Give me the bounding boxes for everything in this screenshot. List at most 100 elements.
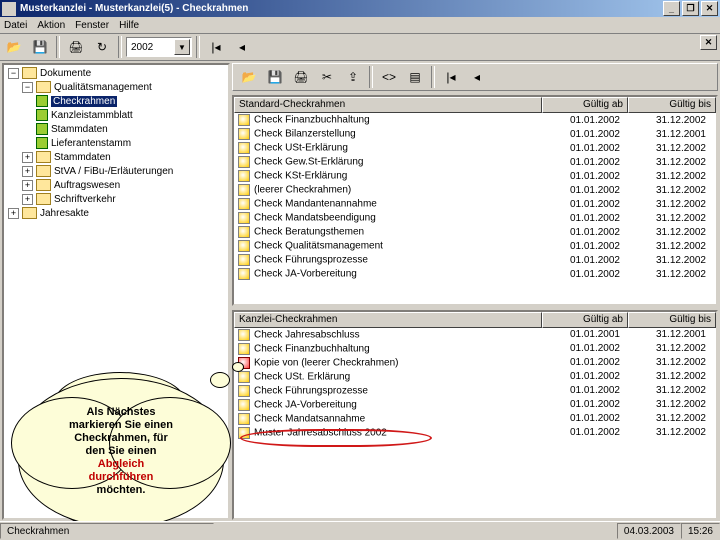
year-combo[interactable]: 2002 ▼ (126, 37, 192, 57)
standard-list: Standard-Checkrahmen Gültig ab Gültig bi… (232, 95, 718, 306)
tree-item[interactable]: +Stammdaten (6, 151, 226, 165)
rt-export-icon[interactable]: ⇪ (341, 65, 365, 89)
rt-code-icon[interactable]: <> (377, 65, 401, 89)
nav-prev-icon[interactable]: ◂ (230, 35, 254, 59)
separator (431, 66, 435, 88)
maximize-button[interactable]: ❐ (682, 1, 699, 16)
status-text: Checkrahmen (0, 523, 214, 539)
table-row[interactable]: Check Jahresabschluss01.01.200131.12.200… (234, 328, 716, 342)
status-date: 04.03.2003 (617, 523, 681, 539)
table-row[interactable]: Kopie von (leerer Checkrahmen)01.01.2002… (234, 356, 716, 370)
col-header-name[interactable]: Kanzlei-Checkrahmen (234, 312, 542, 328)
rt-save-icon[interactable]: 💾 (263, 65, 287, 89)
row-icon (238, 114, 250, 126)
row-icon (238, 226, 250, 238)
row-icon (238, 240, 250, 252)
table-row[interactable]: Muster Jahresabschluss 200201.01.200231.… (234, 426, 716, 440)
table-row[interactable]: Check Gew.St-Erklärung01.01.200231.12.20… (234, 155, 716, 169)
title-bar: Musterkanzlei - Musterkanzlei(5) - Check… (0, 0, 720, 17)
row-icon (238, 268, 250, 280)
table-row[interactable]: Check USt-Erklärung01.01.200231.12.2002 (234, 141, 716, 155)
tree-item-checkrahmen[interactable]: Checkrahmen (6, 95, 226, 109)
row-icon (238, 329, 250, 341)
nav-first-icon[interactable]: |◂ (204, 35, 228, 59)
tree-item[interactable]: Lieferantenstamm (6, 137, 226, 151)
row-icon (238, 371, 250, 383)
row-icon (238, 184, 250, 196)
col-header-name[interactable]: Standard-Checkrahmen (234, 97, 542, 113)
rt-first-icon[interactable]: |◂ (439, 65, 463, 89)
tree-item[interactable]: +Jahresakte (6, 207, 226, 221)
row-icon (238, 343, 250, 355)
kanzlei-list: Kanzlei-Checkrahmen Gültig ab Gültig bis… (232, 310, 718, 521)
row-icon (238, 427, 250, 439)
tree-item[interactable]: Kanzleistammblatt (6, 109, 226, 123)
table-row[interactable]: Check Finanzbuchhaltung01.01.200231.12.2… (234, 342, 716, 356)
table-row[interactable]: Check Qualitätsmanagement01.01.200231.12… (234, 239, 716, 253)
table-row[interactable]: Check Bilanzerstellung01.01.200231.12.20… (234, 127, 716, 141)
table-row[interactable]: Check Finanzbuchhaltung01.01.200231.12.2… (234, 113, 716, 127)
col-header-to[interactable]: Gültig bis (628, 312, 716, 328)
table-row[interactable]: Check Führungsprozesse01.01.200231.12.20… (234, 384, 716, 398)
row-icon (238, 399, 250, 411)
row-icon (238, 198, 250, 210)
separator (118, 36, 122, 58)
tree-item[interactable]: +Schriftverkehr (6, 193, 226, 207)
chevron-down-icon[interactable]: ▼ (174, 39, 190, 55)
refresh-icon[interactable]: ↻ (90, 35, 114, 59)
row-icon (238, 128, 250, 140)
table-row[interactable]: (leerer Checkrahmen)01.01.200231.12.2002 (234, 183, 716, 197)
separator (56, 36, 60, 58)
row-icon (238, 156, 250, 168)
status-time: 15:26 (681, 523, 720, 539)
mdi-close-button[interactable]: ✕ (700, 35, 717, 50)
rt-print-icon[interactable]: 🖨 (289, 65, 313, 89)
save-icon[interactable]: 💾 (28, 35, 52, 59)
tree-root[interactable]: −Dokumente (6, 67, 226, 81)
minimize-button[interactable]: _ (663, 1, 680, 16)
rt-prev-icon[interactable]: ◂ (465, 65, 489, 89)
rt-open-icon[interactable]: 📂 (237, 65, 261, 89)
tree-pane[interactable]: −Dokumente −Qualitätsmanagement Checkrah… (2, 63, 230, 520)
row-icon (238, 170, 250, 182)
tree-item[interactable]: +StVA / FiBu-/Erläuterungen (6, 165, 226, 179)
menu-aktion[interactable]: Aktion (37, 20, 65, 31)
table-row[interactable]: Check Beratungsthemen01.01.200231.12.200… (234, 225, 716, 239)
rt-view-icon[interactable]: ▤ (403, 65, 427, 89)
table-row[interactable]: Check Mandatsannahme01.01.200231.12.2002 (234, 412, 716, 426)
rt-cut-icon[interactable]: ✂ (315, 65, 339, 89)
table-row[interactable]: Check JA-Vorbereitung01.01.200231.12.200… (234, 267, 716, 281)
col-header-from[interactable]: Gültig ab (542, 312, 628, 328)
row-icon (238, 254, 250, 266)
table-row[interactable]: Check USt. Erklärung01.01.200231.12.2002 (234, 370, 716, 384)
table-row[interactable]: Check Mandantenannahme01.01.200231.12.20… (234, 197, 716, 211)
year-value: 2002 (131, 42, 153, 53)
col-header-from[interactable]: Gültig ab (542, 97, 628, 113)
col-header-to[interactable]: Gültig bis (628, 97, 716, 113)
tree-item[interactable]: +Auftragswesen (6, 179, 226, 193)
menu-bar: Datei Aktion Fenster Hilfe (0, 17, 720, 34)
table-row[interactable]: Check KSt-Erklärung01.01.200231.12.2002 (234, 169, 716, 183)
main-toolbar: 📂 💾 🖨 ↻ 2002 ▼ |◂ ◂ (0, 34, 720, 61)
right-pane: 📂 💾 🖨 ✂ ⇪ <> ▤ |◂ ◂ Standard-Checkrahmen… (232, 63, 718, 520)
separator (369, 66, 373, 88)
tree-item[interactable]: Stammdaten (6, 123, 226, 137)
menu-fenster[interactable]: Fenster (75, 20, 109, 31)
row-icon (238, 413, 250, 425)
row-icon (238, 357, 250, 369)
close-button[interactable]: ✕ (701, 1, 718, 16)
menu-datei[interactable]: Datei (4, 20, 27, 31)
tree-item[interactable]: −Qualitätsmanagement (6, 81, 226, 95)
table-row[interactable]: Check Mandatsbeendigung01.01.200231.12.2… (234, 211, 716, 225)
print-icon[interactable]: 🖨 (64, 35, 88, 59)
app-icon (2, 2, 16, 16)
window-title: Musterkanzlei - Musterkanzlei(5) - Check… (20, 3, 248, 14)
right-toolbar: 📂 💾 🖨 ✂ ⇪ <> ▤ |◂ ◂ (232, 63, 718, 91)
open-icon[interactable]: 📂 (2, 35, 26, 59)
table-row[interactable]: Check JA-Vorbereitung01.01.200231.12.200… (234, 398, 716, 412)
workspace: −Dokumente −Qualitätsmanagement Checkrah… (0, 61, 720, 522)
row-icon (238, 385, 250, 397)
table-row[interactable]: Check Führungsprozesse01.01.200231.12.20… (234, 253, 716, 267)
menu-hilfe[interactable]: Hilfe (119, 20, 139, 31)
status-bar: Checkrahmen 04.03.2003 15:26 (0, 521, 720, 540)
